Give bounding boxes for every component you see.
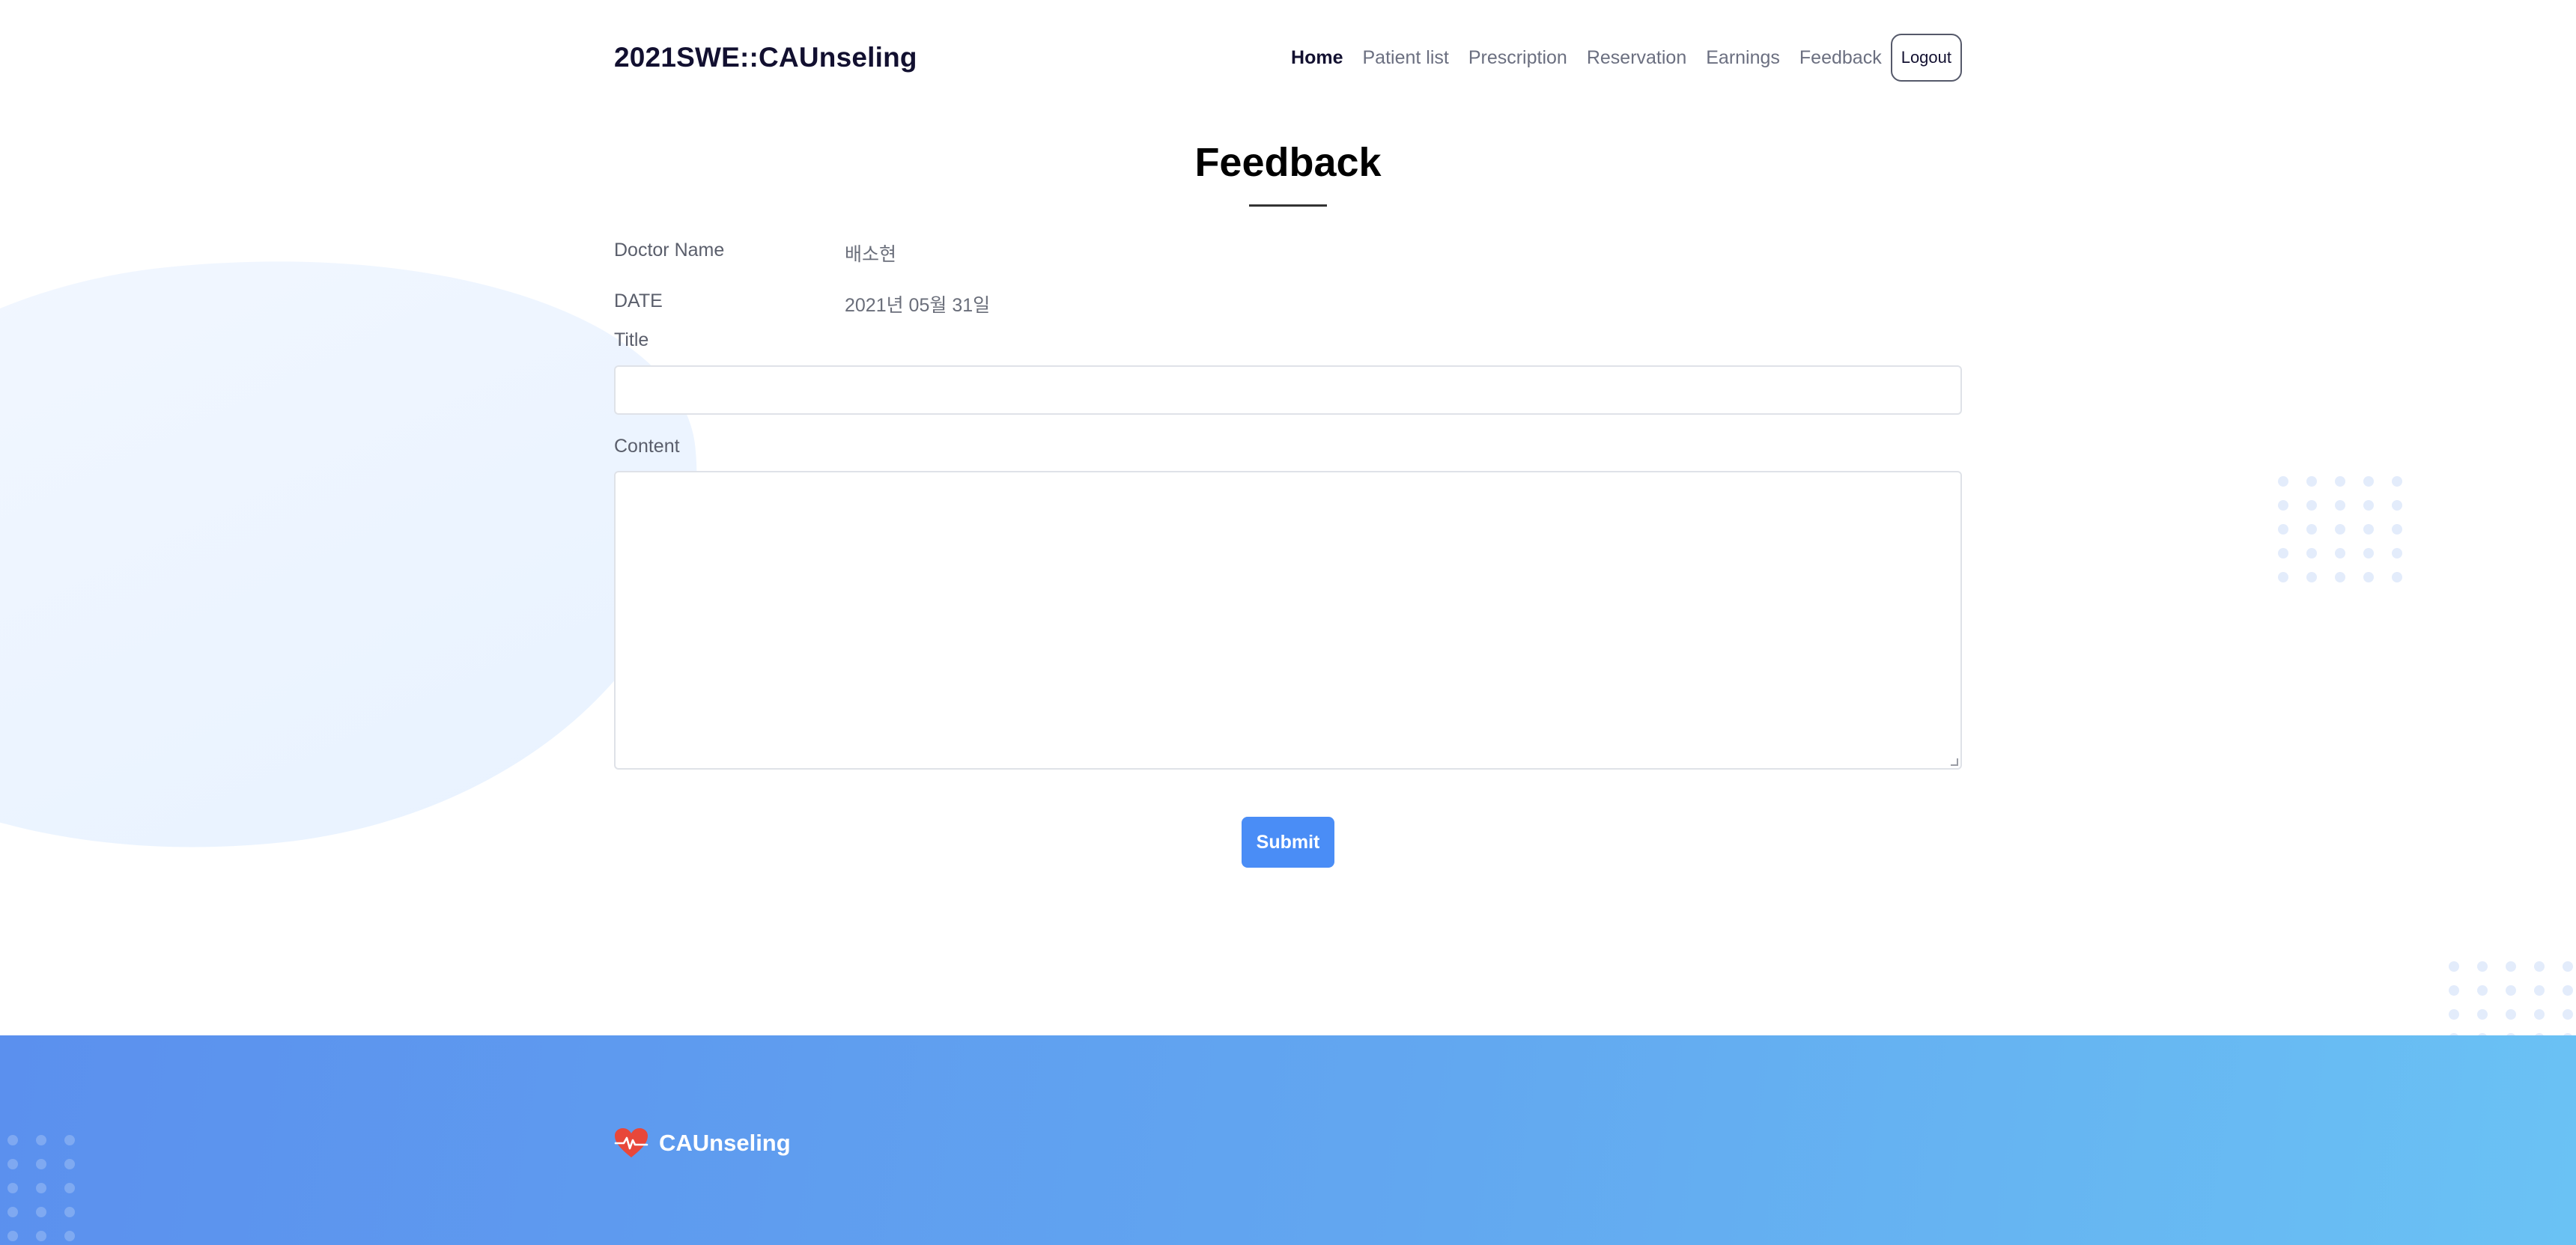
header: 2021SWE::CAUnseling Home Patient list Pr… [614, 31, 1962, 84]
date-row: DATE 2021년 05월 31일 [614, 290, 990, 317]
footer [0, 1035, 2576, 1245]
nav-patient-list[interactable]: Patient list [1362, 47, 1448, 69]
date-value: 2021년 05월 31일 [845, 295, 991, 316]
title-divider [1249, 204, 1327, 207]
logout-button[interactable]: Logout [1890, 34, 1962, 82]
doctor-name-label: Doctor Name [614, 240, 725, 261]
nav-prescription[interactable]: Prescription [1468, 47, 1567, 69]
date-label: DATE [614, 290, 663, 311]
nav-feedback[interactable]: Feedback [1799, 47, 1882, 69]
nav-home[interactable]: Home [1291, 47, 1343, 69]
decorative-dots [7, 1135, 75, 1241]
content-textarea[interactable] [614, 471, 1962, 770]
content-field-label: Content [614, 436, 680, 457]
brand-logo[interactable]: 2021SWE::CAUnseling [614, 42, 917, 73]
heart-pulse-icon [614, 1128, 648, 1157]
page-title: Feedback [1194, 140, 1382, 185]
footer-brand-text: CAUnseling [659, 1130, 791, 1156]
resize-handle-icon[interactable] [1951, 758, 1958, 766]
main-nav: Home Patient list Prescription Reservati… [1291, 34, 1962, 82]
nav-reservation[interactable]: Reservation [1587, 47, 1686, 69]
footer-brand[interactable]: CAUnseling [614, 1127, 791, 1159]
nav-earnings[interactable]: Earnings [1706, 47, 1780, 69]
decorative-dots [2278, 476, 2402, 582]
doctor-name-value: 배소현 [845, 244, 897, 265]
doctor-name-row: Doctor Name 배소현 [614, 240, 896, 267]
title-field-label: Title [614, 329, 649, 350]
submit-button[interactable]: Submit [1242, 817, 1334, 868]
title-input[interactable] [614, 365, 1962, 415]
